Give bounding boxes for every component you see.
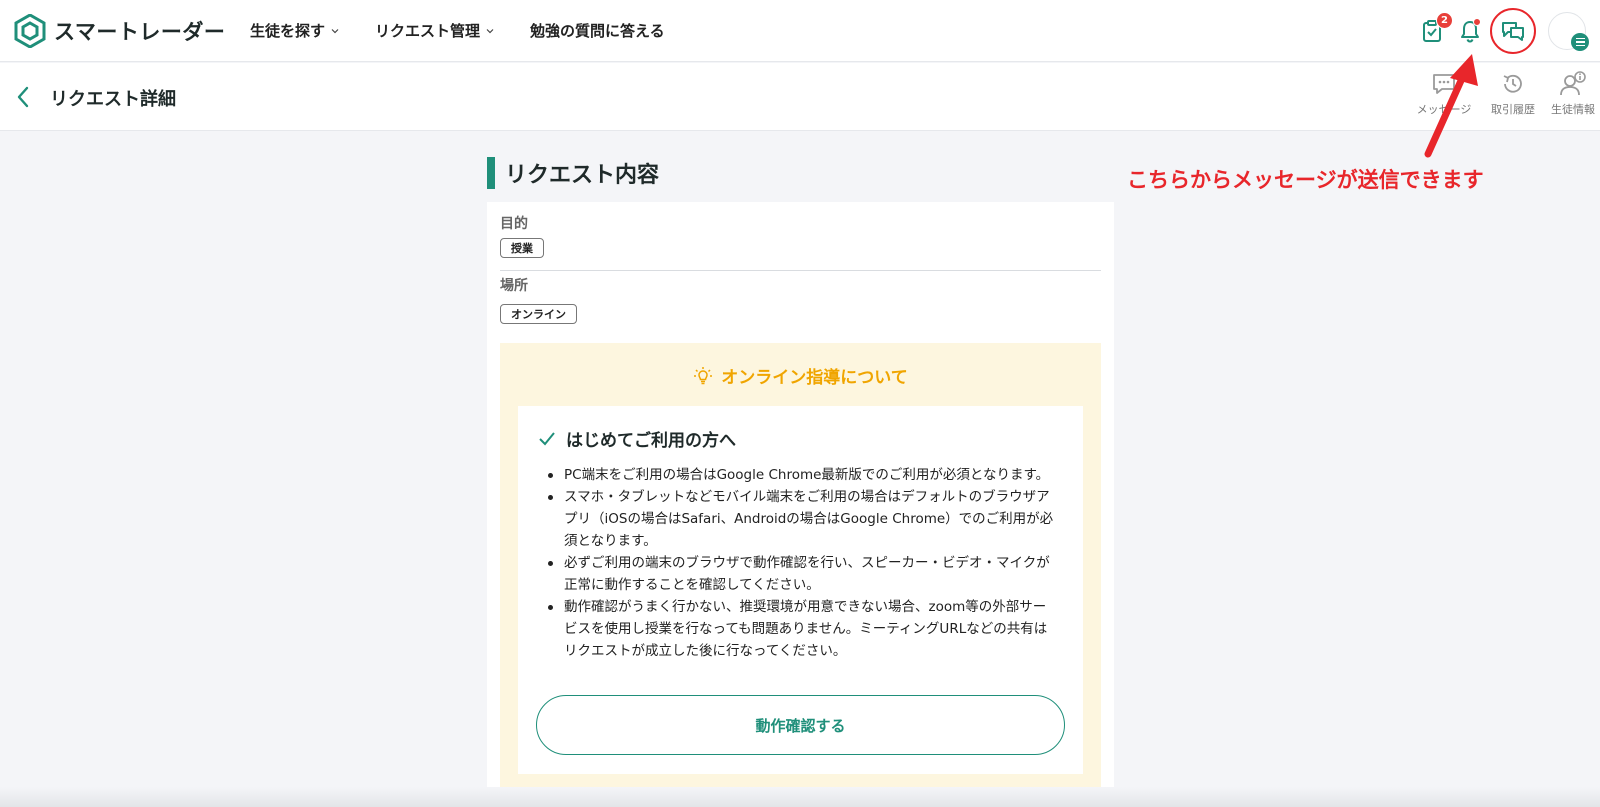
- section-title-text: リクエスト内容: [505, 163, 660, 188]
- divider: [500, 270, 1101, 271]
- nav-find-students[interactable]: 生徒を探す: [250, 20, 339, 41]
- purpose-tag: 授業: [500, 238, 544, 258]
- bottom-shade: [0, 787, 1600, 807]
- logo[interactable]: スマートレーダー: [14, 14, 225, 48]
- online-guide-title: オンライン指導について: [721, 368, 908, 388]
- lightbulb-icon: [694, 366, 713, 384]
- checkmark-icon: [539, 431, 555, 445]
- logo-text: スマートレーダー: [54, 20, 226, 44]
- menu-icon[interactable]: [1571, 33, 1589, 51]
- student-info-action-label: 生徒情報: [1551, 103, 1595, 116]
- purpose-label: 目的: [500, 216, 528, 232]
- title-accent-bar: [487, 157, 495, 189]
- list-item: スマホ・タブレットなどモバイル端末をご利用の場合はデフォルトのブラウザアプリ（i…: [544, 486, 1059, 552]
- history-icon: [1503, 74, 1522, 93]
- annotation-text: こちらからメッセージが送信できます: [1127, 168, 1484, 192]
- messages-highlight-ring: [1490, 8, 1536, 54]
- top-header: スマートレーダー 生徒を探す リクエスト管理 勉強の質問に答える 2: [0, 0, 1600, 62]
- nav-answer-questions-label: 勉強の質問に答える: [530, 22, 665, 40]
- nav-answer-questions[interactable]: 勉強の質問に答える: [530, 20, 665, 41]
- task-count-badge: 2: [1436, 12, 1453, 29]
- student-info-action[interactable]: 生徒情報: [1540, 71, 1600, 117]
- chevron-down-icon: [486, 28, 494, 33]
- chevron-down-icon: [331, 28, 339, 33]
- list-item: PC端末をご利用の場合はGoogle Chrome最新版でのご利用が必須となりま…: [544, 464, 1059, 486]
- place-tag: オンライン: [500, 304, 577, 324]
- notification-dot: [1473, 18, 1481, 26]
- connection-check-button[interactable]: 動作確認する: [536, 695, 1065, 755]
- main-nav: 生徒を探す リクエスト管理 勉強の質問に答える: [250, 20, 665, 41]
- page-title: リクエスト詳細: [50, 89, 176, 110]
- back-arrow-icon[interactable]: [14, 85, 34, 109]
- task-button[interactable]: 2: [1415, 12, 1453, 48]
- sub-header: リクエスト詳細 メッセージ 取引履歴 生徒情報: [0, 63, 1600, 131]
- online-guide-box: オンライン指導について はじめてご利用の方へ PC端末をご利用の場合はGoogl…: [500, 343, 1101, 807]
- request-content-card: 目的 授業 場所 オンライン オンライン指導について はじめてご利用の方へ PC…: [487, 202, 1114, 807]
- list-item: 動作確認がうまく行かない、推奨環境が用意できない場合、zoom等の外部サービスを…: [544, 596, 1059, 662]
- first-time-title: はじめてご利用の方へ: [566, 431, 736, 451]
- section-title: リクエスト内容: [487, 157, 659, 189]
- logo-hexagon-icon: [14, 14, 46, 48]
- annotation-arrow: [1424, 54, 1478, 158]
- online-guide-header: オンライン指導について: [500, 363, 1101, 388]
- first-time-panel: はじめてご利用の方へ PC端末をご利用の場合はGoogle Chrome最新版で…: [518, 406, 1083, 774]
- list-item: 必ずご利用の端末のブラウザで動作確認を行い、スピーカー・ビデオ・マイクが正常に動…: [544, 552, 1059, 596]
- nav-request-management[interactable]: リクエスト管理: [375, 20, 494, 41]
- place-label: 場所: [500, 278, 528, 294]
- nav-request-management-label: リクエスト管理: [375, 22, 481, 40]
- notes-list: PC端末をご利用の場合はGoogle Chrome最新版でのご利用が必須となりま…: [544, 464, 1059, 662]
- nav-find-students-label: 生徒を探す: [250, 22, 326, 40]
- notification-button[interactable]: [1453, 14, 1487, 48]
- student-info-icon: [1560, 71, 1586, 96]
- first-time-header: はじめてご利用の方へ: [538, 426, 736, 451]
